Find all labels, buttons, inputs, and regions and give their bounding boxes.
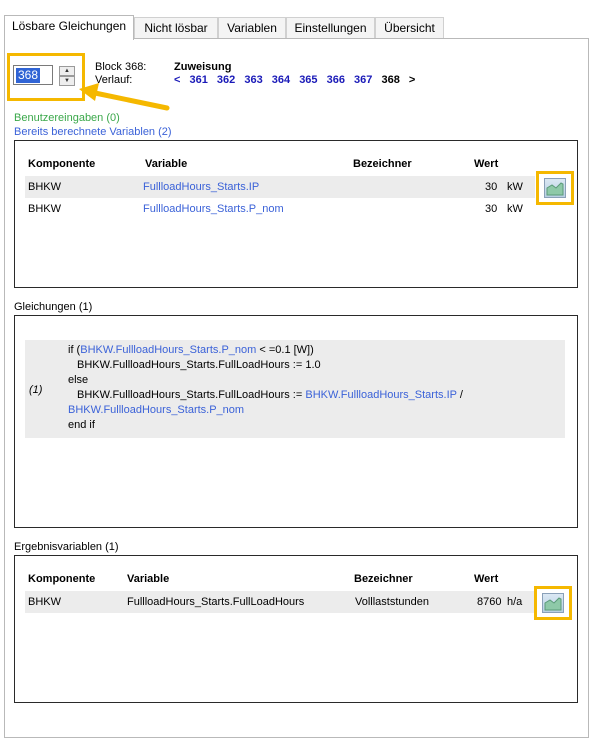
col-header-variable: Variable [127, 573, 170, 585]
chart-icon[interactable] [542, 593, 564, 613]
history-link[interactable]: 362 [217, 74, 235, 86]
col-header-name: Bezeichner [353, 158, 412, 170]
cell-unit: kW [507, 181, 523, 193]
col-header-variable: Variable [145, 158, 188, 170]
chevron-up-icon[interactable]: ▲ [59, 66, 75, 76]
cell-unit: kW [507, 203, 523, 215]
chart-icon[interactable] [544, 178, 566, 198]
tab-einstellungen[interactable]: Einstellungen [286, 17, 375, 39]
history-nav: < 361 362 363 364 365 366 367 368 > [174, 74, 415, 86]
cell-value: 30 [485, 203, 498, 215]
block-label: Block 368: [95, 61, 147, 73]
variable-link[interactable]: BHKW.FullloadHours_Starts.P_nom [68, 404, 244, 416]
equation-number: (1) [29, 384, 43, 396]
computed-vars-table: Komponente Variable Bezeichner Wert BHKW… [14, 140, 578, 288]
history-link[interactable]: 367 [354, 74, 372, 86]
table-row[interactable]: BHKW FullloadHours_Starts.FullLoadHours … [25, 591, 535, 613]
tab-panel: 368 ▲ ▼ Block 368: Verlauf: Zuweisung < … [4, 38, 589, 738]
cell-name: Volllaststunden [355, 596, 429, 608]
variable-link[interactable]: FullloadHours_Starts.P_nom [143, 198, 284, 220]
history-link[interactable]: 365 [299, 74, 317, 86]
variable-link[interactable]: BHKW.FullloadHours_Starts.IP [305, 389, 456, 401]
equation-line: end if [68, 419, 95, 431]
table-row[interactable]: BHKW FullloadHours_Starts.IP 30 kW [25, 176, 535, 198]
col-header-value: Wert [474, 573, 499, 585]
block-spinner-value[interactable]: 368 [16, 68, 41, 83]
block-type: Zuweisung [174, 61, 232, 73]
equation-line: BHKW.FullloadHours_Starts.FullLoadHours … [77, 359, 321, 371]
table-row[interactable]: BHKW FullloadHours_Starts.P_nom 30 kW [25, 198, 535, 220]
cell-component: BHKW [28, 181, 61, 193]
chart-icon-graphic [546, 182, 564, 196]
equation-line: BHKW.FullloadHours_Starts.FullLoadHours … [77, 389, 463, 401]
block-spinner-input[interactable]: 368 [13, 65, 53, 85]
equation-line: if (BHKW.FullloadHours_Starts.P_nom < =0… [68, 344, 314, 356]
results-title: Ergebnisvariablen (1) [14, 541, 119, 553]
tab-uebersicht[interactable]: Übersicht [375, 17, 444, 39]
code-text: / [456, 389, 463, 401]
computed-vars-link[interactable]: Bereits berechnete Variablen (2) [14, 126, 172, 138]
cell-unit: h/a [507, 596, 523, 608]
code-text: BHKW.FullloadHours_Starts.FullLoadHours … [77, 389, 306, 401]
history-link[interactable]: 366 [327, 74, 345, 86]
cell-value: 8760 [477, 596, 502, 608]
tab-nicht-loesbar[interactable]: Nicht lösbar [134, 17, 218, 39]
user-inputs-link[interactable]: Benutzereingaben (0) [14, 112, 120, 124]
history-link[interactable]: 363 [244, 74, 262, 86]
col-header-value: Wert [474, 158, 499, 170]
chevron-down-icon[interactable]: ▼ [59, 76, 75, 86]
equations-box: (1) if (BHKW.FullloadHours_Starts.P_nom … [14, 315, 578, 528]
tab-loesbare-gleichungen[interactable]: Lösbare Gleichungen [4, 15, 134, 40]
history-link[interactable]: 364 [272, 74, 290, 86]
col-header-component: Komponente [28, 158, 96, 170]
tab-variablen[interactable]: Variablen [218, 17, 286, 39]
code-text: if ( [68, 344, 81, 356]
variable-link[interactable]: BHKW.FullloadHours_Starts.P_nom [80, 344, 256, 356]
equation-line: else [68, 374, 89, 386]
history-link[interactable]: 361 [190, 74, 208, 86]
cell-component: BHKW [28, 203, 61, 215]
cell-value: 30 [485, 181, 498, 193]
cell-component: BHKW [28, 596, 61, 608]
history-prev-link[interactable]: < [174, 74, 180, 86]
cell-variable: FullloadHours_Starts.FullLoadHours [127, 596, 305, 608]
col-header-component: Komponente [28, 573, 96, 585]
col-header-name: Bezeichner [354, 573, 413, 585]
results-table: Komponente Variable Bezeichner Wert BHKW… [14, 555, 578, 703]
verlauf-label: Verlauf: [95, 74, 133, 86]
equations-title: Gleichungen (1) [14, 301, 93, 313]
equation-code: (1) if (BHKW.FullloadHours_Starts.P_nom … [25, 340, 565, 438]
code-text: < =0.1 [W]) [256, 344, 314, 356]
arrow-icon [79, 83, 170, 111]
history-current: 368 [381, 74, 400, 86]
history-next-link[interactable]: > [409, 74, 415, 86]
variable-link[interactable]: FullloadHours_Starts.IP [143, 176, 259, 198]
chart-icon-graphic [544, 597, 562, 611]
